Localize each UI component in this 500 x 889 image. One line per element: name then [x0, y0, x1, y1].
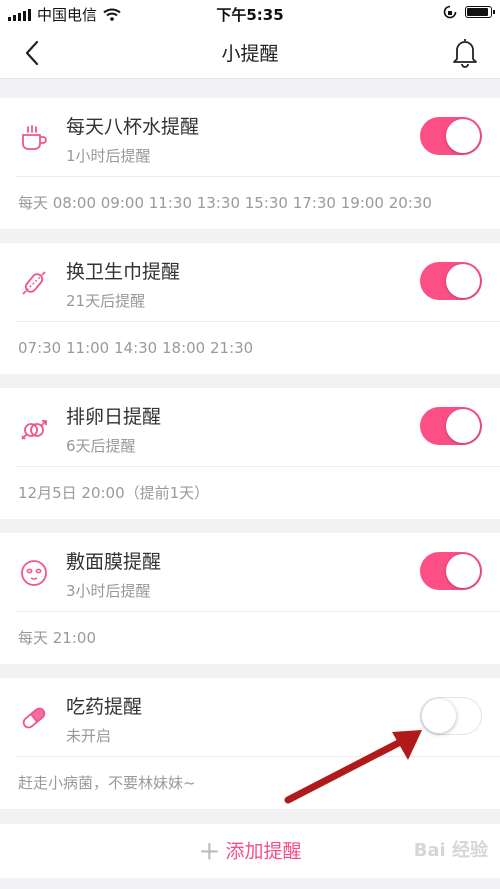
reminder-status: 3小时后提醒	[66, 582, 151, 600]
watermark: Bai 经验	[413, 840, 488, 861]
reminder-name: 排卵日提醒	[66, 406, 162, 428]
bell-button[interactable]	[450, 36, 480, 68]
gender-icon	[21, 420, 47, 440]
reminder-detail: 12月5日 20:00（提前1天）	[18, 484, 210, 502]
reminder-status: 21天后提醒	[66, 292, 146, 310]
nav-bar: 小提醒	[0, 26, 500, 79]
add-reminder-label: 添加提醒	[225, 840, 302, 863]
reminder-status: 1小时后提醒	[66, 147, 151, 165]
face-mask-icon	[21, 560, 47, 586]
reminder-row[interactable]: 换卫生巾提醒 21天后提醒	[16, 243, 500, 322]
orientation-lock-icon	[443, 5, 457, 19]
reminder-toggle[interactable]	[420, 407, 482, 445]
plus-icon: +	[198, 836, 221, 867]
reminder-status: 未开启	[66, 727, 112, 745]
bell-icon	[453, 39, 477, 68]
status-bar: 中国电信 下午5:35	[0, 0, 500, 26]
reminder-name: 敷面膜提醒	[66, 551, 162, 573]
reminder-row[interactable]: 每天八杯水提醒 1小时后提醒	[16, 98, 500, 177]
annotation-arrow	[284, 730, 422, 804]
reminder-toggle[interactable]	[420, 262, 482, 300]
reminder-name: 每天八杯水提醒	[66, 116, 200, 138]
reminder-card: 每天八杯水提醒 1小时后提醒 每天 08:00 09:00 11:30 13:3…	[0, 98, 500, 229]
reminder-card: 敷面膜提醒 3小时后提醒 每天 21:00	[0, 533, 500, 664]
reminder-toggle[interactable]	[420, 117, 482, 155]
reminder-status: 6天后提醒	[66, 437, 136, 455]
battery-icon	[465, 6, 495, 18]
reminder-detail: 07:30 11:00 14:30 18:00 21:30	[18, 339, 254, 357]
status-right	[443, 5, 495, 19]
pill-icon	[22, 707, 46, 729]
reminder-toggle[interactable]	[420, 552, 482, 590]
reminder-card: 排卵日提醒 6天后提醒 12月5日 20:00（提前1天）	[0, 388, 500, 519]
reminder-card: 换卫生巾提醒 21天后提醒 07:30 11:00 14:30 18:00 21…	[0, 243, 500, 374]
page-title: 小提醒	[221, 43, 279, 65]
reminder-name: 换卫生巾提醒	[66, 261, 181, 283]
status-time: 下午5:35	[216, 6, 284, 24]
reminder-row[interactable]: 排卵日提醒 6天后提醒	[16, 388, 500, 467]
pad-icon	[22, 271, 46, 295]
reminder-detail: 每天 08:00 09:00 11:30 13:30 15:30 17:30 1…	[18, 194, 432, 212]
reminder-detail: 每天 21:00	[18, 629, 96, 647]
reminder-name: 吃药提醒	[66, 696, 143, 718]
cup-icon	[22, 125, 47, 150]
reminder-row[interactable]: 敷面膜提醒 3小时后提醒	[16, 533, 500, 612]
